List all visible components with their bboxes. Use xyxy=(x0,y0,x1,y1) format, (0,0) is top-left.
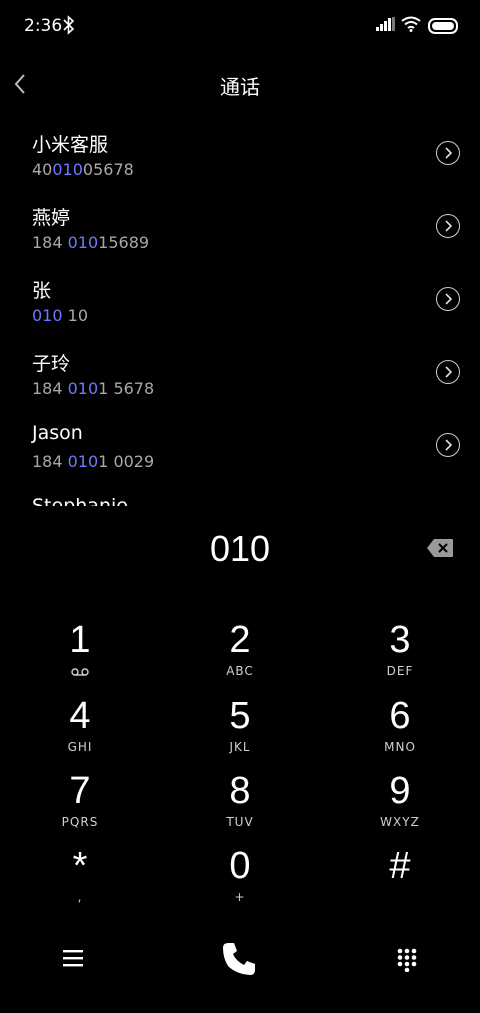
status-bar: 2:36 xyxy=(0,0,480,52)
contact-details-chevron-icon[interactable] xyxy=(436,360,460,384)
contact-name: 燕婷 xyxy=(32,207,71,229)
contact-number: 184 0101 0029 xyxy=(32,452,155,471)
contact-row[interactable]: 燕婷 184 01015689 xyxy=(0,191,480,264)
dialpad-icon[interactable] xyxy=(396,948,418,972)
page-title: 通话 xyxy=(220,75,260,99)
voicemail-icon xyxy=(71,668,89,676)
key-7[interactable]: 7 PQRS xyxy=(0,769,160,844)
contact-name: 小米客服 xyxy=(32,134,109,156)
contact-row[interactable]: Jason 184 0101 0029 xyxy=(0,410,480,483)
key-0[interactable]: 0 + xyxy=(160,844,320,919)
contact-row[interactable]: 张 010 10 xyxy=(0,264,480,337)
key-4[interactable]: 4 GHI xyxy=(0,694,160,769)
status-time: 2:36 xyxy=(24,16,63,36)
contact-details-chevron-icon[interactable] xyxy=(436,141,460,165)
contact-name: 张 xyxy=(32,280,52,302)
contact-row[interactable]: Stephanie xyxy=(0,483,480,506)
dialed-number-display: 010 xyxy=(0,522,480,578)
contact-name: 子玲 xyxy=(32,353,71,375)
phone-icon[interactable] xyxy=(220,940,258,978)
key-6[interactable]: 6 MNO xyxy=(320,694,480,769)
top-bar: 通话 xyxy=(0,60,480,108)
menu-icon[interactable] xyxy=(62,948,84,968)
battery-icon xyxy=(428,18,458,34)
dialed-digits: 010 xyxy=(209,528,271,569)
key-3[interactable]: 3 DEF xyxy=(320,618,480,693)
wifi-icon xyxy=(401,16,421,32)
contact-results-list[interactable]: 小米客服 4001005678 燕婷 184 01015689 张 010 10… xyxy=(0,118,480,506)
key-1[interactable]: 1 xyxy=(0,618,160,693)
key-9[interactable]: 9 WXYZ xyxy=(320,769,480,844)
contact-name: Stephanie xyxy=(32,495,128,506)
contact-details-chevron-icon[interactable] xyxy=(436,433,460,457)
backspace-icon[interactable] xyxy=(426,538,454,558)
key-star[interactable]: * , xyxy=(0,844,160,919)
contact-number: 184 01015689 xyxy=(32,233,150,252)
contact-name: Jason xyxy=(32,422,83,444)
key-2[interactable]: 2 ABC xyxy=(160,618,320,693)
key-8[interactable]: 8 TUV xyxy=(160,769,320,844)
bluetooth-icon xyxy=(63,15,75,35)
contact-number: 4001005678 xyxy=(32,160,134,179)
signal-icon xyxy=(376,17,395,31)
key-hash[interactable]: # xyxy=(320,844,480,919)
contact-row[interactable]: 子玲 184 0101 5678 xyxy=(0,337,480,410)
contact-number: 184 0101 5678 xyxy=(32,379,155,398)
bottom-action-bar xyxy=(0,930,480,990)
contact-number: 010 10 xyxy=(32,306,88,325)
contact-details-chevron-icon[interactable] xyxy=(436,214,460,238)
contact-row[interactable]: 小米客服 4001005678 xyxy=(0,118,480,191)
key-5[interactable]: 5 JKL xyxy=(160,694,320,769)
contact-details-chevron-icon[interactable] xyxy=(436,287,460,311)
